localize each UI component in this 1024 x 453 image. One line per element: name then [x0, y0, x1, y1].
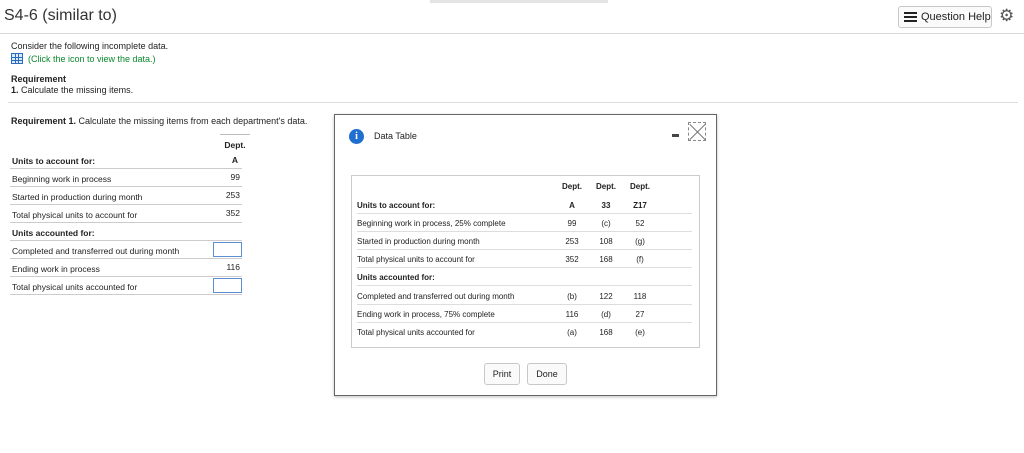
requirement-heading: Requirement [11, 74, 67, 84]
table-row: Ending work in process 116 [10, 259, 242, 277]
row-label: Total physical units accounted for [12, 282, 138, 292]
table-row: Completed and transferred out during mon… [10, 241, 242, 259]
table-row: Units accounted for: [357, 268, 692, 286]
row-label: Beginning work in process, 25% complete [357, 219, 506, 228]
data-table: Dept. Dept. Dept. Units to account for: … [351, 175, 700, 348]
row-value: 253 [225, 190, 240, 200]
cell-z17: (e) [635, 328, 645, 337]
cell-a: (b) [567, 292, 577, 301]
requirement-number: 1. [11, 85, 19, 95]
requirement-desc: Calculate the missing items. [21, 85, 134, 95]
row-label: Units to account for: [357, 201, 436, 210]
data-link[interactable]: (Click the icon to view the data.) [11, 53, 156, 64]
table-row: Started in production during month 253 [10, 187, 242, 205]
row-label: Units accounted for: [12, 228, 95, 238]
question-help-label: Question Help [921, 11, 991, 23]
data-link-text[interactable]: (Click the icon to view the data.) [28, 54, 156, 64]
modal-title: Data Table [374, 131, 417, 141]
table-row: Units accounted for: [10, 223, 242, 241]
cell-33: 168 [599, 328, 613, 337]
row-label: Started in production during month [357, 237, 480, 246]
cell-a: (a) [567, 328, 577, 337]
cell-z17: (g) [635, 237, 645, 246]
col-header-z17: Dept. [630, 182, 650, 191]
data-table-icon[interactable] [11, 53, 23, 64]
cell-a: 99 [567, 219, 577, 228]
header-bar: S4-6 (similar to) Question Help ⚙ [0, 0, 1024, 34]
row-label: Total physical units accounted for [357, 328, 475, 337]
row-value: 352 [225, 208, 240, 218]
col-sub-33: 33 [601, 201, 611, 210]
row-label: Beginning work in process [12, 174, 112, 184]
col-sub-z17: Z17 [633, 201, 647, 210]
minimize-icon[interactable] [672, 134, 679, 137]
table-row: Total physical units accounted for (a) 1… [357, 323, 692, 341]
requirement1-bold: Requirement 1. [11, 116, 77, 126]
cell-a: 253 [565, 237, 579, 246]
table-row: Total physical units accounted for [10, 277, 242, 295]
cell-a: 352 [565, 255, 579, 264]
table-row: Units to account for: A 33 Z17 [357, 196, 692, 214]
requirement1-text: Calculate the missing items from each de… [78, 116, 308, 126]
data-table-modal: i Data Table Dept. Dept. Dept. Units to … [334, 114, 717, 396]
cell-33: (c) [601, 219, 611, 228]
done-button[interactable]: Done [527, 363, 567, 385]
row-label: Units to account for: [12, 156, 96, 166]
close-icon[interactable] [688, 122, 706, 141]
top-scroll-track[interactable] [430, 0, 608, 3]
row-label: Completed and transferred out during mon… [357, 292, 515, 301]
row-label: Completed and transferred out during mon… [12, 246, 180, 256]
requirement-text: 1. Calculate the missing items. [11, 85, 133, 95]
table-row: Started in production during month 253 1… [357, 232, 692, 250]
row-value: 99 [230, 172, 240, 182]
work-table-col-header: Dept. [220, 134, 250, 150]
col-header-33: Dept. [596, 182, 616, 191]
row-label: Units accounted for: [357, 273, 435, 282]
cell-a: 116 [565, 310, 579, 319]
section-divider [8, 102, 1018, 103]
cell-33: (d) [601, 310, 611, 319]
row-label: Started in production during month [12, 192, 143, 202]
info-icon: i [349, 129, 364, 144]
row-label: Total physical units to account for [12, 210, 138, 220]
print-button[interactable]: Print [484, 363, 520, 385]
cell-z17: 52 [635, 219, 645, 228]
list-icon [904, 12, 917, 22]
col-sub-a: A [569, 201, 575, 210]
cell-33: 168 [599, 255, 613, 264]
table-row: Units to account for: [10, 151, 242, 169]
cell-33: 108 [599, 237, 613, 246]
row-label: Ending work in process, 75% complete [357, 310, 495, 319]
cell-z17: 118 [633, 292, 647, 301]
table-row: Beginning work in process, 25% complete … [357, 214, 692, 232]
data-table-header: Dept. Dept. Dept. [357, 182, 692, 194]
table-row: Total physical units to account for 352 [10, 205, 242, 223]
page-title: S4-6 (similar to) [4, 7, 117, 24]
cell-z17: (f) [636, 255, 644, 264]
cell-33: 122 [599, 292, 613, 301]
cell-z17: 27 [635, 310, 645, 319]
table-row: Completed and transferred out during mon… [357, 287, 692, 305]
col-header-a: Dept. [562, 182, 582, 191]
row-value: 116 [226, 262, 240, 272]
table-row: Ending work in process, 75% complete 116… [357, 305, 692, 323]
intro-text: Consider the following incomplete data. [11, 41, 169, 51]
table-row: Beginning work in process 99 [10, 169, 242, 187]
total-accounted-input[interactable] [213, 278, 242, 293]
requirement1-heading: Requirement 1. Calculate the missing ite… [11, 116, 307, 126]
completed-transferred-input[interactable] [213, 242, 242, 257]
row-label: Ending work in process [12, 264, 100, 274]
table-row: Total physical units to account for 352 … [357, 250, 692, 268]
gear-icon[interactable]: ⚙ [999, 7, 1014, 25]
row-label: Total physical units to account for [357, 255, 475, 264]
question-help-button[interactable]: Question Help [898, 6, 992, 28]
